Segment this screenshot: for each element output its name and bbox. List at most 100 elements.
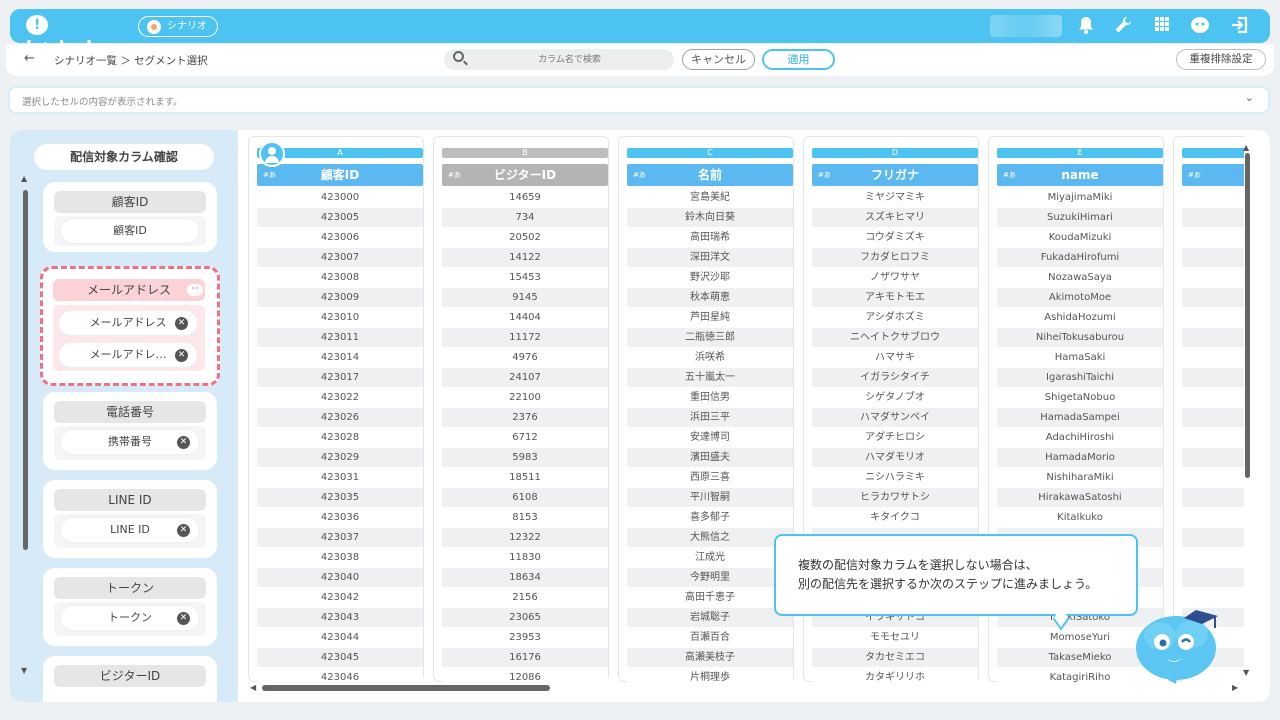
- column-chip[interactable]: 携帯番号 ✕: [61, 430, 199, 454]
- mascot-help-icon[interactable]: [1190, 16, 1210, 36]
- table-cell[interactable]: 423029: [257, 448, 423, 468]
- table-cell[interactable]: ノザワサヤ: [812, 268, 978, 288]
- logout-icon[interactable]: [1230, 16, 1250, 36]
- column-header[interactable]: #あ フリガナ: [812, 164, 978, 186]
- column-chip[interactable]: トークン ✕: [61, 606, 199, 630]
- table-cell[interactable]: タカセミエコ: [812, 648, 978, 668]
- scroll-right-arrow[interactable]: ▶: [1232, 683, 1238, 692]
- table-cell[interactable]: 深田洋文: [627, 248, 793, 268]
- table-cell[interactable]: 23953: [442, 628, 608, 648]
- table-cell[interactable]: AshidaHozumi: [997, 308, 1163, 328]
- table-cell[interactable]: 片桐理歩: [627, 668, 793, 682]
- table-cell[interactable]: キタイクコ: [812, 508, 978, 528]
- table-cell[interactable]: 二瓶徳三郎: [627, 328, 793, 348]
- table-cell[interactable]: イガラシタイチ: [812, 368, 978, 388]
- table-cell[interactable]: 12086: [442, 668, 608, 682]
- table-cell[interactable]: 百瀬百合: [627, 628, 793, 648]
- table-cell[interactable]: [1182, 308, 1244, 328]
- table-cell[interactable]: ヒラカワサトシ: [812, 488, 978, 508]
- cancel-button[interactable]: キャンセル: [682, 49, 755, 70]
- table-cell[interactable]: 423009: [257, 288, 423, 308]
- table-cell[interactable]: [1182, 368, 1244, 388]
- column-letter[interactable]: E: [997, 148, 1163, 158]
- table-cell[interactable]: 423005: [257, 208, 423, 228]
- dedupe-settings-button[interactable]: 重複排除設定: [1176, 49, 1266, 70]
- table-cell[interactable]: 秋本萌恵: [627, 288, 793, 308]
- table-cell[interactable]: 岩城聡子: [627, 608, 793, 628]
- table-cell[interactable]: [1182, 388, 1244, 408]
- table-cell[interactable]: 423017: [257, 368, 423, 388]
- table-cell[interactable]: 芦田星純: [627, 308, 793, 328]
- table-cell[interactable]: 高田瑞希: [627, 228, 793, 248]
- table-cell[interactable]: 五十嵐太一: [627, 368, 793, 388]
- table-cell[interactable]: アキモトモエ: [812, 288, 978, 308]
- table-cell[interactable]: ハマサキ: [812, 348, 978, 368]
- column-letter[interactable]: B: [442, 148, 608, 158]
- table-cell[interactable]: [1182, 188, 1244, 208]
- table-cell[interactable]: コウダミズキ: [812, 228, 978, 248]
- app-logo[interactable]: b+dash: [26, 14, 122, 58]
- table-cell[interactable]: 2376: [442, 408, 608, 428]
- table-cell[interactable]: MiyajimaMiki: [997, 188, 1163, 208]
- remove-icon[interactable]: ✕: [177, 436, 190, 449]
- table-cell[interactable]: 喜多郁子: [627, 508, 793, 528]
- table-cell[interactable]: 423043: [257, 608, 423, 628]
- table-cell[interactable]: 今野明里: [627, 568, 793, 588]
- scroll-up-arrow[interactable]: ▲: [21, 174, 27, 183]
- table-cell[interactable]: 423028: [257, 428, 423, 448]
- table-cell[interactable]: [1182, 568, 1244, 588]
- table-cell[interactable]: [1182, 508, 1244, 528]
- table-cell[interactable]: [1182, 268, 1244, 288]
- column-header[interactable]: #あ: [1182, 164, 1244, 186]
- table-cell[interactable]: 高田千恵子: [627, 588, 793, 608]
- table-cell[interactable]: 11172: [442, 328, 608, 348]
- table-cell[interactable]: 江成光: [627, 548, 793, 568]
- table-cell[interactable]: 423036: [257, 508, 423, 528]
- table-cell[interactable]: ミヤジマミキ: [812, 188, 978, 208]
- table-cell[interactable]: NishiharaMiki: [997, 468, 1163, 488]
- table-cell[interactable]: [1182, 528, 1244, 548]
- table-cell[interactable]: 423008: [257, 268, 423, 288]
- table-cell[interactable]: 423031: [257, 468, 423, 488]
- table-cell[interactable]: 734: [442, 208, 608, 228]
- table-cell[interactable]: 423000: [257, 188, 423, 208]
- table-cell[interactable]: 423026: [257, 408, 423, 428]
- table-cell[interactable]: 15453: [442, 268, 608, 288]
- table-cell[interactable]: 鈴木向日葵: [627, 208, 793, 228]
- table-cell[interactable]: フカダヒロフミ: [812, 248, 978, 268]
- table-cell[interactable]: 423035: [257, 488, 423, 508]
- table-cell[interactable]: 423011: [257, 328, 423, 348]
- table-cell[interactable]: [1182, 428, 1244, 448]
- table-cell[interactable]: 18634: [442, 568, 608, 588]
- remove-icon[interactable]: ✕: [175, 317, 188, 330]
- table-cell[interactable]: 14122: [442, 248, 608, 268]
- wrench-icon[interactable]: [1113, 16, 1133, 36]
- table-cell[interactable]: 4976: [442, 348, 608, 368]
- table-scroll-down-arrow[interactable]: ▼: [1243, 668, 1249, 677]
- table-cell[interactable]: 423040: [257, 568, 423, 588]
- table-cell[interactable]: 大熊信之: [627, 528, 793, 548]
- table-cell[interactable]: 423042: [257, 588, 423, 608]
- table-cell[interactable]: 高瀬美枝子: [627, 648, 793, 668]
- table-cell[interactable]: 423007: [257, 248, 423, 268]
- column-header[interactable]: #あ ビジターID: [442, 164, 608, 186]
- table-cell[interactable]: 野沢沙耶: [627, 268, 793, 288]
- table-cell[interactable]: 16176: [442, 648, 608, 668]
- table-cell[interactable]: NozawaSaya: [997, 268, 1163, 288]
- chevron-down-icon[interactable]: ⌄: [1245, 91, 1254, 104]
- table-cell[interactable]: シゲタノブオ: [812, 388, 978, 408]
- table-cell[interactable]: 423022: [257, 388, 423, 408]
- table-cell[interactable]: [1182, 448, 1244, 468]
- remove-icon[interactable]: ✕: [177, 612, 190, 625]
- table-cell[interactable]: 423045: [257, 648, 423, 668]
- table-cell[interactable]: [1182, 488, 1244, 508]
- table-cell[interactable]: 安達博司: [627, 428, 793, 448]
- more-options-icon[interactable]: ···: [187, 284, 203, 296]
- table-cell[interactable]: アダチヒロシ: [812, 428, 978, 448]
- table-cell[interactable]: 24107: [442, 368, 608, 388]
- table-cell[interactable]: 18511: [442, 468, 608, 488]
- back-arrow-icon[interactable]: ←: [24, 51, 35, 66]
- table-cell[interactable]: 重田信男: [627, 388, 793, 408]
- table-cell[interactable]: NiheiTokusaburou: [997, 328, 1163, 348]
- table-cell[interactable]: AdachiHiroshi: [997, 428, 1163, 448]
